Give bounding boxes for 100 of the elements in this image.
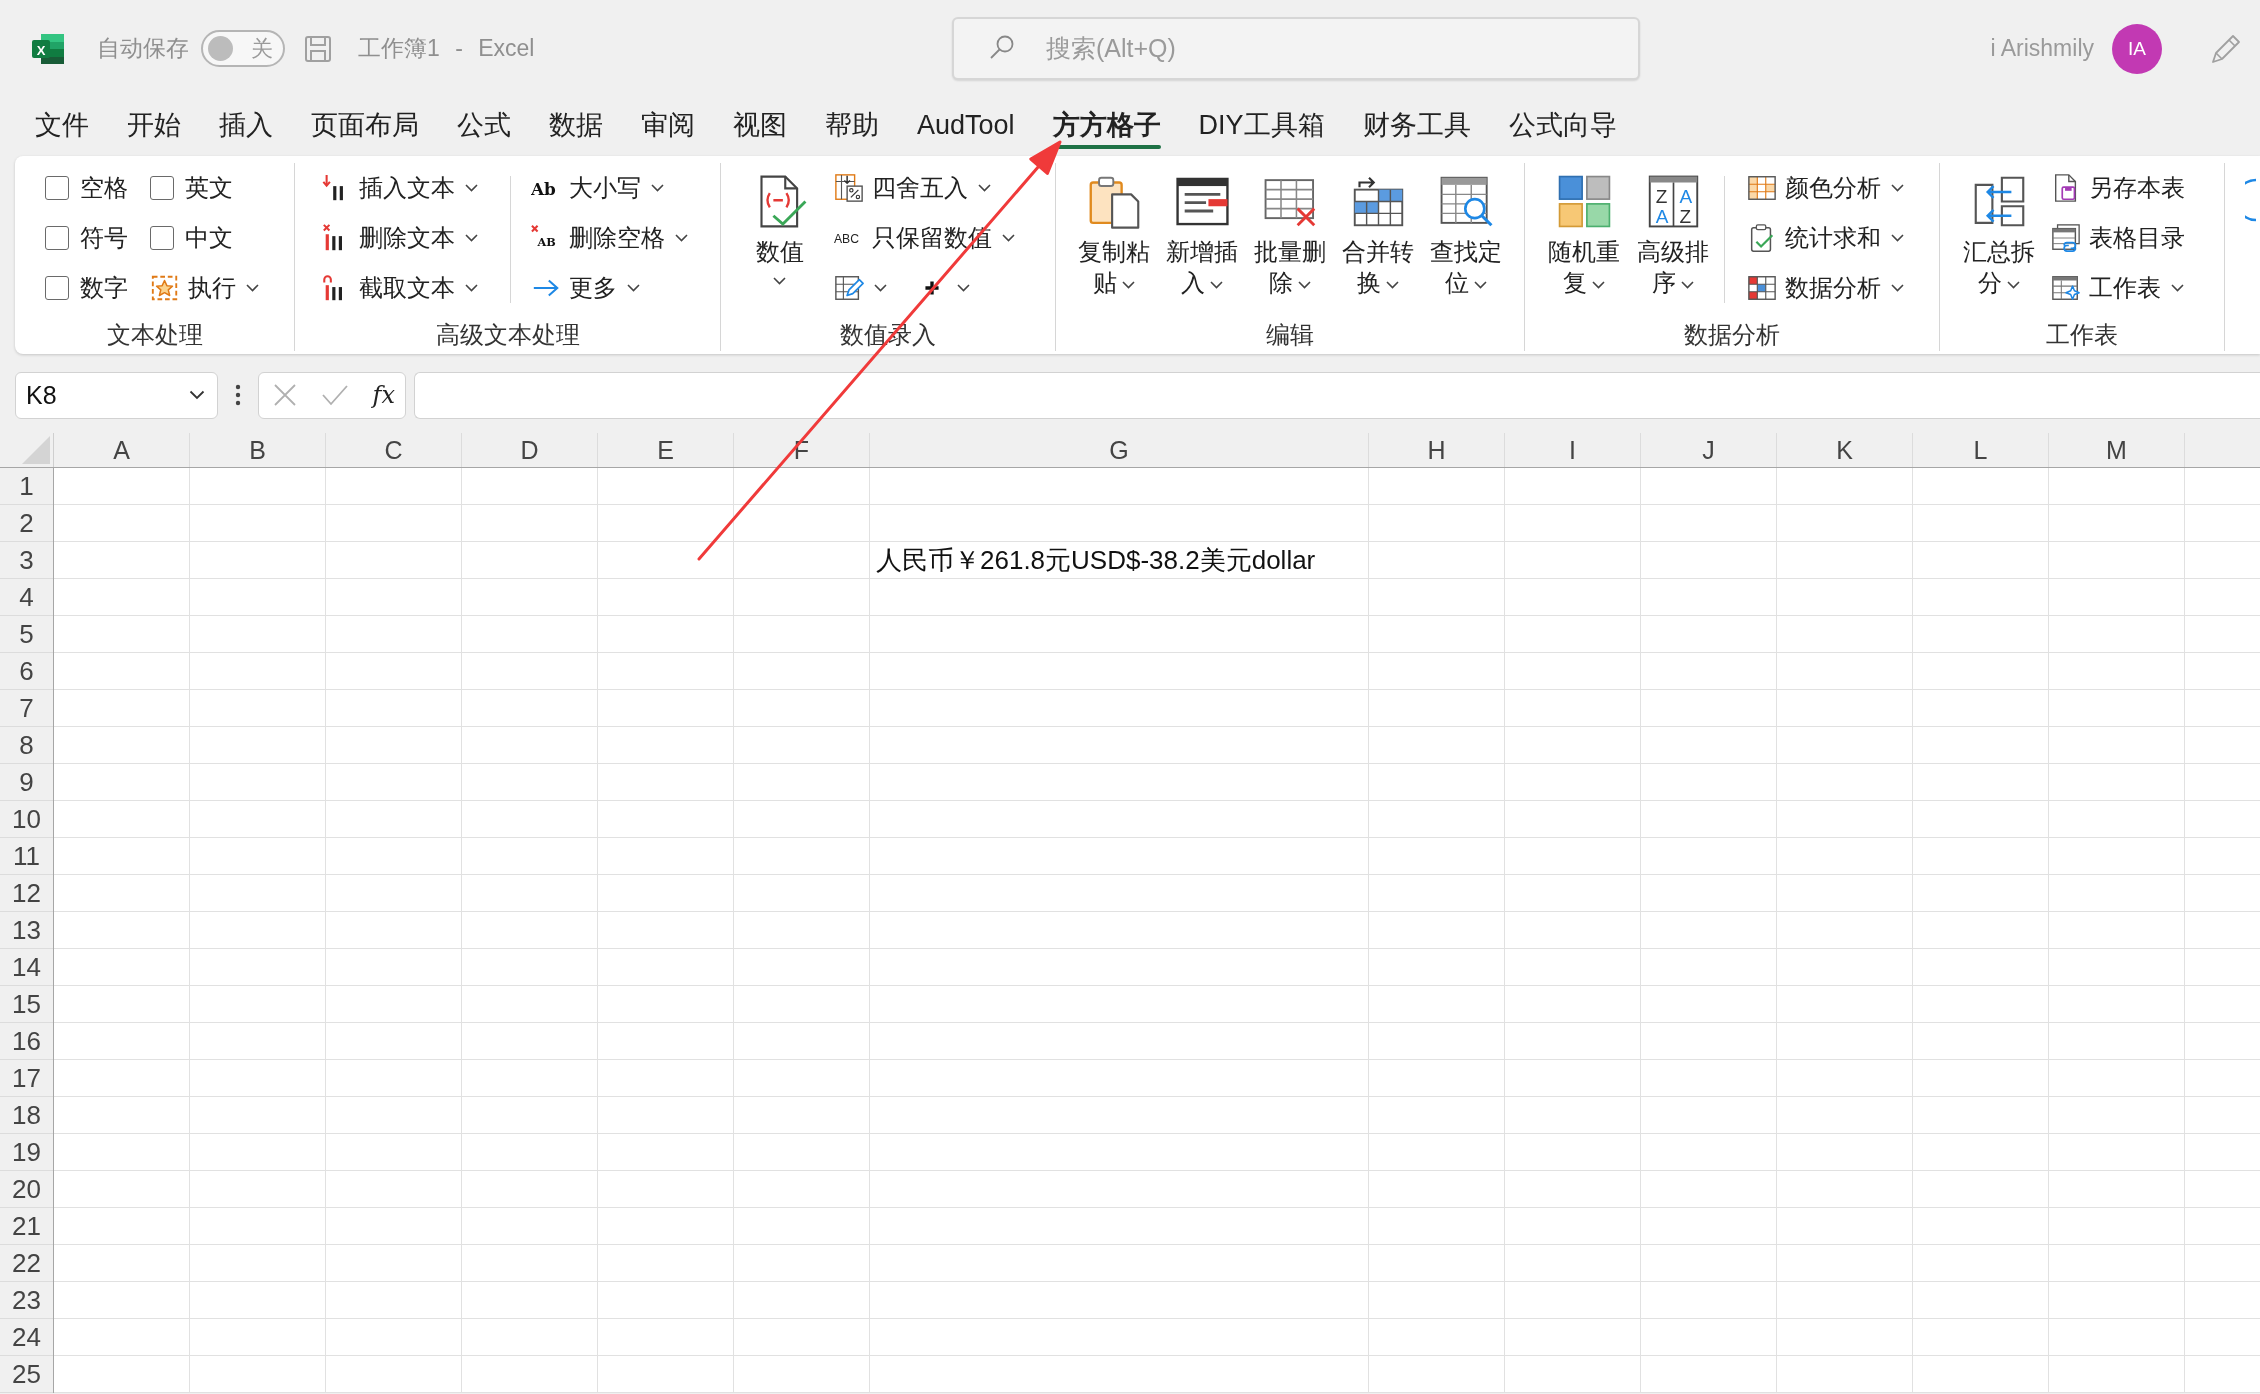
delete-spaces-button[interactable]: AB 删除空格 — [531, 213, 688, 263]
caret-icon — [189, 390, 205, 400]
summary-split-button[interactable]: 汇总拆分 — [1957, 163, 2041, 298]
menu-tab[interactable]: 视图 — [714, 97, 806, 153]
row-header[interactable]: 12 — [0, 875, 53, 912]
more-icon[interactable] — [235, 383, 241, 407]
advanced-sort-button[interactable]: Z A A Z 高级排序 — [1631, 163, 1715, 298]
group-label: 数据分析 — [1684, 320, 1780, 350]
pencil-grid-icon — [834, 273, 864, 303]
menu-tab[interactable]: 财务工具 — [1343, 97, 1490, 153]
column-header[interactable]: B — [190, 433, 326, 467]
copy-paste-button[interactable]: 复制粘贴 — [1072, 163, 1156, 298]
group-label: 文本处理 — [106, 320, 203, 350]
column-header[interactable]: A — [54, 433, 190, 467]
menu-tab[interactable]: 文件 — [16, 97, 108, 153]
row-header[interactable]: 13 — [0, 912, 53, 949]
ring-icon[interactable] — [2245, 178, 2257, 222]
round-button[interactable]: 四舍五入 — [834, 163, 991, 213]
group-label: 编辑 — [1266, 320, 1314, 350]
checkbox-label: 数字 — [80, 273, 128, 303]
column-header[interactable]: K — [1777, 433, 1913, 467]
row-header[interactable]: 20 — [0, 1171, 53, 1208]
formula-input[interactable] — [414, 371, 2260, 419]
column-header[interactable]: I — [1505, 433, 1641, 467]
highlight-analysis-button[interactable]: 颜色分析 — [1747, 163, 1904, 213]
row-header[interactable]: 9 — [0, 764, 53, 801]
menu-tab[interactable]: 方方格子 — [1033, 97, 1180, 153]
menu-tab[interactable]: AudTool — [898, 97, 1034, 153]
group-label: 工作表 — [2046, 320, 2118, 350]
column-header[interactable]: M — [2049, 433, 2185, 467]
menu-tab[interactable]: 公式 — [438, 97, 530, 153]
menu-tab[interactable]: 帮助 — [806, 97, 898, 153]
random-repeat-button[interactable]: 随机重复 — [1542, 163, 1626, 298]
value-button[interactable]: 数值 — [738, 163, 822, 285]
column-header[interactable]: L — [1913, 433, 2049, 467]
row-header[interactable]: 5 — [0, 616, 53, 653]
merge-convert-button[interactable]: 合并转换 — [1336, 163, 1420, 298]
checkbox[interactable] — [45, 276, 69, 300]
checkbox-label: 中文 — [185, 223, 233, 253]
insert-rows-button[interactable]: 新增插入 — [1160, 163, 1244, 298]
row-header[interactable]: 14 — [0, 949, 53, 986]
menu-tab[interactable]: 数据 — [530, 97, 622, 153]
checkbox[interactable] — [150, 226, 174, 250]
save-sheet-button[interactable]: 另存本表 — [2051, 163, 2185, 213]
delete-text-button[interactable]: 删除文本 — [321, 213, 478, 263]
row-header[interactable]: 6 — [0, 653, 53, 690]
checkbox[interactable] — [150, 176, 174, 200]
sheet-index-button[interactable]: 表格目录 — [2051, 213, 2185, 263]
row-header[interactable]: 19 — [0, 1134, 53, 1171]
worksheet-button[interactable]: 工作表 — [2051, 263, 2184, 313]
search-field[interactable]: 搜索(Alt+Q) — [952, 17, 1640, 80]
menu-tab[interactable]: DIY工具箱 — [1179, 97, 1344, 153]
row-header[interactable]: 18 — [0, 1097, 53, 1134]
avatar[interactable]: IA — [2112, 23, 2162, 74]
check-icon[interactable] — [320, 384, 349, 406]
column-header[interactable]: D — [462, 433, 598, 467]
sheet-cell-text: 人民币￥261.8元USD$-38.2美元dollar — [875, 544, 1317, 577]
column-header[interactable]: E — [598, 433, 734, 467]
menu-tab[interactable]: 开始 — [108, 97, 200, 153]
data-analysis-button[interactable]: 数据分析 — [1747, 263, 1904, 313]
checkbox[interactable] — [45, 226, 69, 250]
table-link-icon — [2051, 223, 2081, 253]
column-header[interactable]: G — [870, 433, 1369, 467]
row-header[interactable]: 16 — [0, 1023, 53, 1060]
row-header[interactable]: 2 — [0, 505, 53, 542]
row-header[interactable]: 23 — [0, 1282, 53, 1319]
menu-tab[interactable]: 审阅 — [622, 97, 714, 153]
user-name: i Arishmily — [1990, 35, 2094, 62]
row-header[interactable]: 25 — [0, 1356, 53, 1393]
row-header[interactable]: 11 — [0, 838, 53, 875]
name-box[interactable]: K8 — [15, 371, 218, 419]
row-header[interactable]: 15 — [0, 986, 53, 1023]
checkbox-label: 符号 — [80, 223, 128, 253]
execute-button[interactable]: 执行 — [150, 263, 259, 313]
column-header[interactable]: J — [1641, 433, 1777, 467]
checkbox[interactable] — [45, 176, 69, 200]
find-locate-button[interactable]: 查找定位 — [1424, 163, 1508, 298]
row-header[interactable]: 17 — [0, 1060, 53, 1097]
menu-tab[interactable]: 页面布局 — [292, 97, 438, 153]
row-header[interactable]: 7 — [0, 690, 53, 727]
more-button[interactable]: 更多 — [531, 263, 640, 313]
row-header[interactable]: 21 — [0, 1208, 53, 1245]
sum-stats-button[interactable]: 统计求和 — [1747, 213, 1904, 263]
menu-tab[interactable]: 插入 — [200, 97, 292, 153]
group-label: 高级文本处理 — [435, 320, 580, 350]
row-header[interactable]: 4 — [0, 579, 53, 616]
row-header[interactable]: 1 — [0, 468, 53, 505]
menu-tab[interactable]: 公式向导 — [1489, 97, 1636, 153]
row-header[interactable]: 24 — [0, 1319, 53, 1356]
extract-text-button[interactable]: 截取文本 — [321, 263, 478, 313]
insert-function-button[interactable]: fx — [372, 381, 395, 409]
row-header[interactable]: 22 — [0, 1245, 53, 1282]
insert-text-button[interactable]: 插入文本 — [321, 163, 478, 213]
batch-delete-button[interactable]: 批量删除 — [1248, 163, 1332, 298]
column-header[interactable]: C — [326, 433, 462, 467]
row-header[interactable]: 3 — [0, 542, 53, 579]
row-header[interactable]: 8 — [0, 727, 53, 764]
letter-case-button[interactable]: Ab 大小写 — [531, 163, 664, 213]
row-header[interactable]: 10 — [0, 801, 53, 838]
column-header[interactable]: H — [1369, 433, 1505, 467]
